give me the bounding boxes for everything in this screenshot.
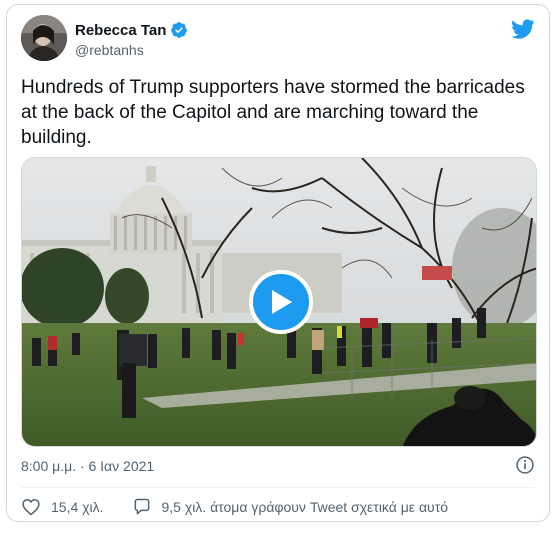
play-icon bbox=[272, 290, 292, 314]
like-count: 15,4 χιλ. bbox=[51, 499, 104, 515]
reply-conversation-button[interactable]: 9,5 χιλ. άτομα γράφουν Tweet σχετικά με … bbox=[132, 497, 449, 517]
like-button[interactable]: 15,4 χιλ. bbox=[21, 497, 104, 517]
heart-icon bbox=[22, 498, 40, 516]
video-player[interactable] bbox=[21, 157, 537, 447]
conversation-count: 9,5 χιλ. άτομα γράφουν Tweet σχετικά με … bbox=[161, 499, 449, 515]
verified-badge-icon bbox=[171, 22, 188, 38]
info-icon[interactable] bbox=[515, 455, 535, 475]
tweet-timestamp[interactable]: 8:00 μ.μ. · 6 Ιαν 2021 bbox=[21, 458, 154, 474]
avatar-photo bbox=[21, 15, 67, 61]
twitter-bird-icon[interactable] bbox=[511, 17, 535, 41]
avatar[interactable] bbox=[21, 15, 67, 61]
speech-bubble-icon bbox=[134, 498, 149, 515]
divider bbox=[21, 487, 535, 488]
tweet-card[interactable]: Rebecca Tan @rebtanhs Hundreds of Trump … bbox=[6, 4, 550, 522]
author-name[interactable]: Rebecca Tan bbox=[75, 22, 166, 39]
play-button[interactable] bbox=[249, 270, 313, 334]
tweet-text: Hundreds of Trump supporters have storme… bbox=[21, 77, 525, 148]
author-handle[interactable]: @rebtanhs bbox=[75, 42, 144, 58]
